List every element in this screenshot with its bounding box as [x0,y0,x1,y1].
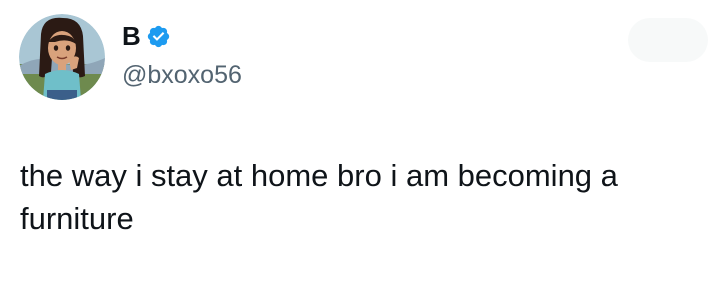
display-name[interactable]: B [122,22,141,50]
author-name-row[interactable]: B [122,22,171,50]
tweet-card: B @bxoxo56 the way i stay at home bro i … [0,0,718,281]
tweet-text: the way i stay at home bro i am becoming… [20,158,618,236]
author-handle[interactable]: @bxoxo56 [122,60,242,90]
follow-button[interactable] [628,18,708,62]
avatar[interactable] [19,14,105,100]
cartoon-girl-avatar-icon [19,14,105,100]
verified-badge-icon [146,24,171,49]
